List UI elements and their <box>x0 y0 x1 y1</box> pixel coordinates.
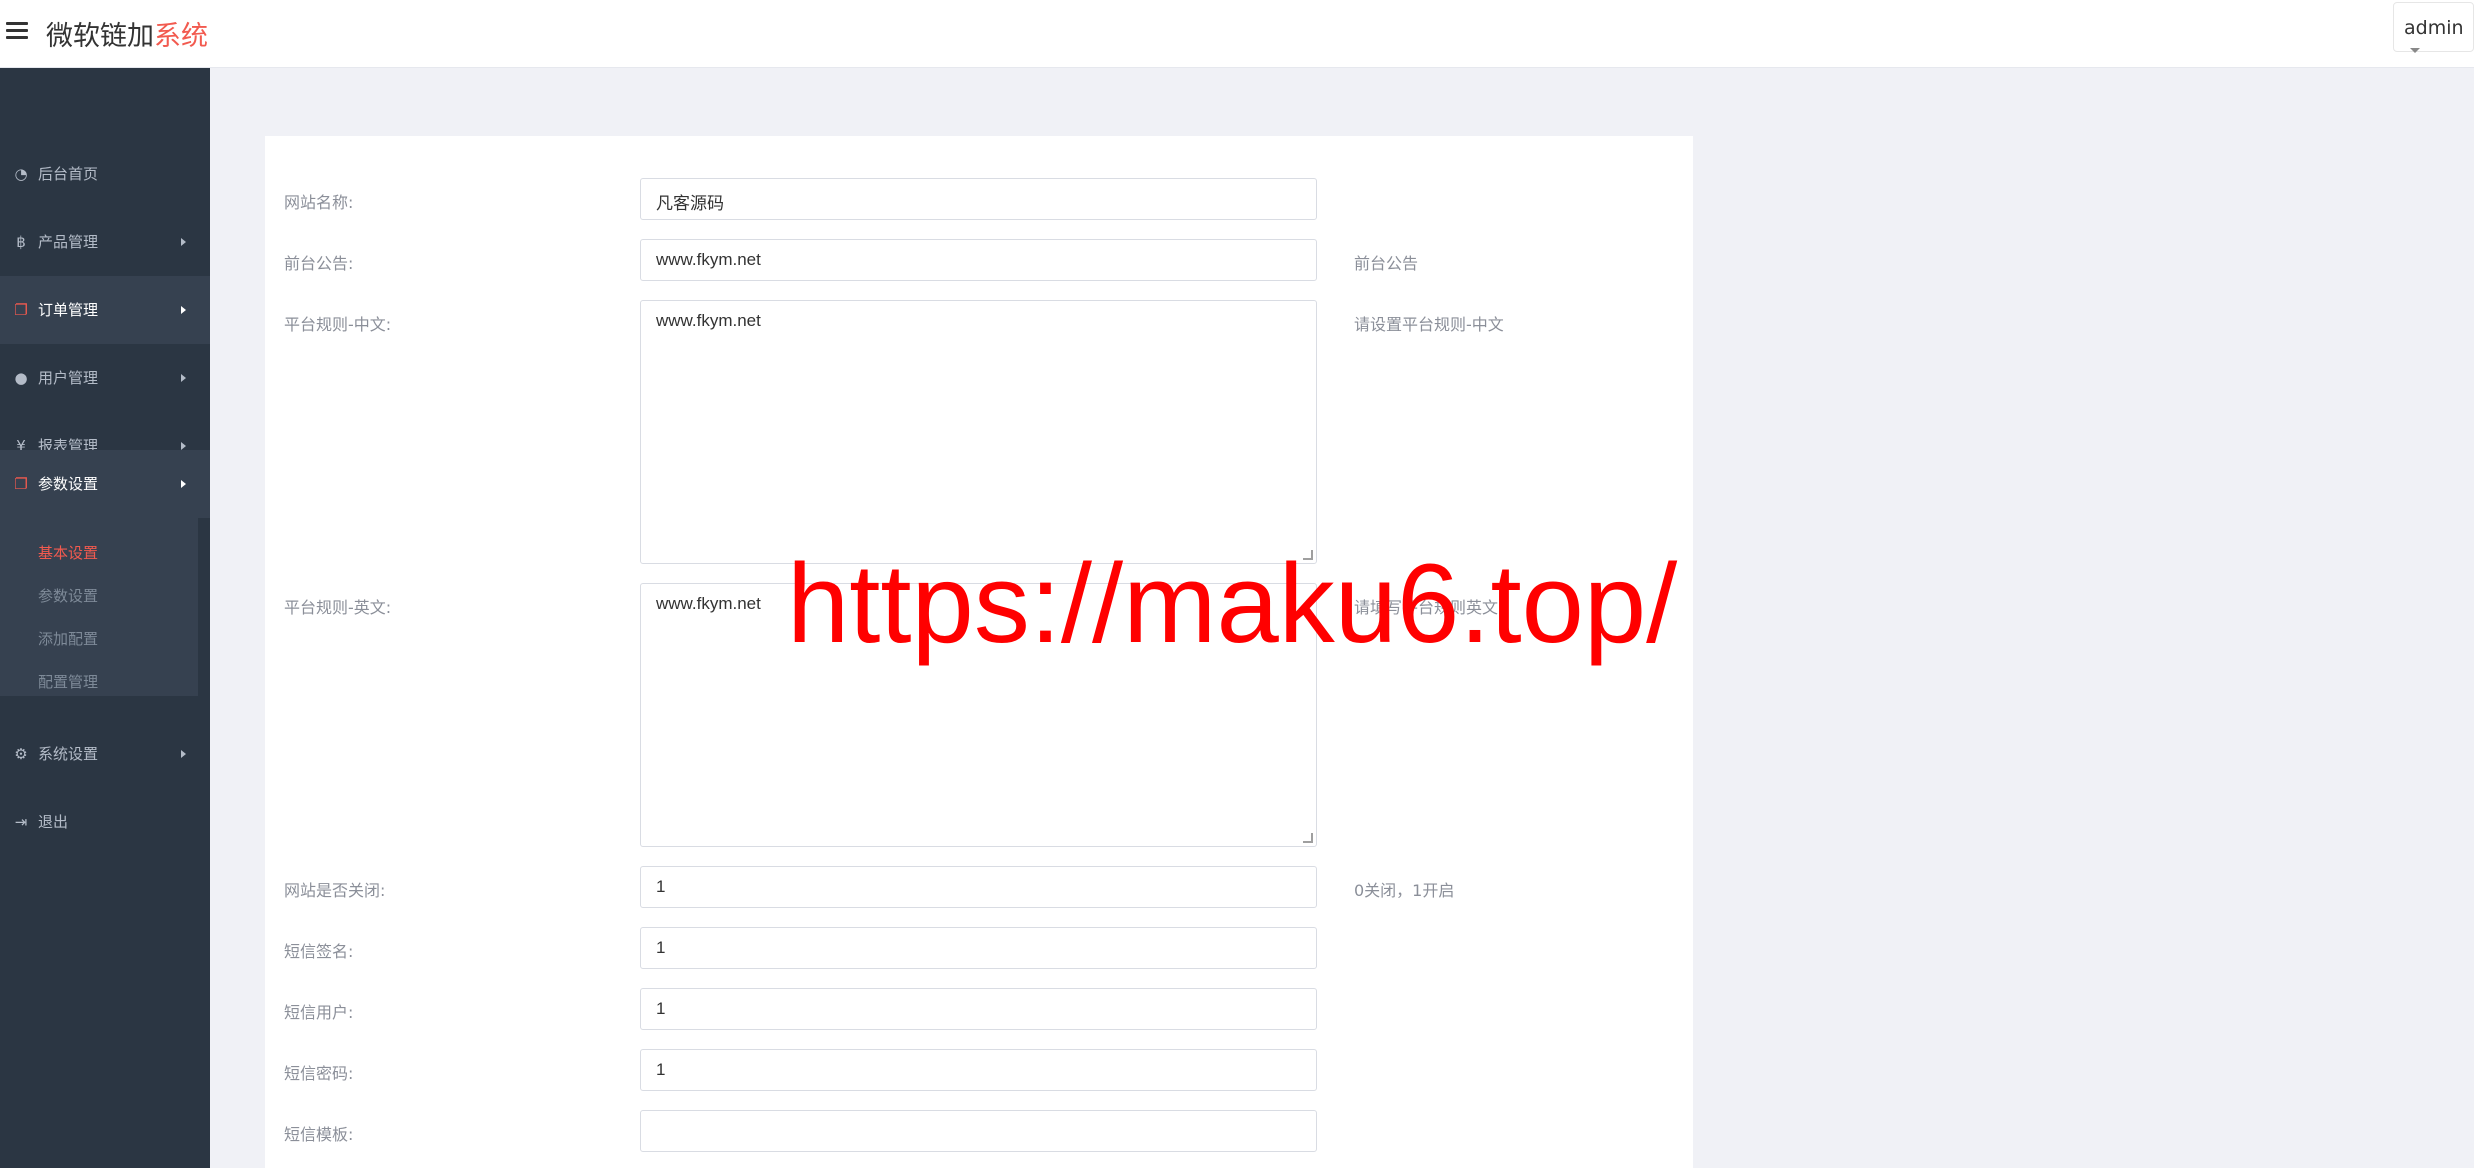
sms-user-label: 短信用户: <box>284 1003 354 1022</box>
brand-accent: 系统 <box>154 21 208 52</box>
dashboard-icon: ◔ <box>14 165 28 183</box>
site-name-input[interactable]: 凡客源码 <box>640 178 1317 220</box>
sidebar-item-users[interactable]: ● 用户管理 <box>0 344 210 412</box>
sidebar-item-products[interactable]: ฿ 产品管理 <box>0 208 210 276</box>
sidebar: ◔ 后台首页 ฿ 产品管理 ❐ 订单管理 ● 用户管理 ¥ 报表管理 ❐ 参数设… <box>0 68 210 1168</box>
submenu-item-params[interactable]: 参数设置 <box>38 585 98 606</box>
chevron-right-icon <box>181 442 186 450</box>
bitcoin-icon: ฿ <box>16 233 26 251</box>
top-bar: 微软链加系统 admin <box>0 0 2474 68</box>
sign-out-icon: ⇥ <box>14 813 28 831</box>
brand-title: 微软链加系统 <box>46 14 208 53</box>
params-submenu: 基本设置 参数设置 添加配置 配置管理 <box>0 518 198 696</box>
sms-sign-input[interactable]: 1 <box>640 927 1317 969</box>
notice-label: 前台公告: <box>284 254 354 273</box>
sidebar-item-label: 系统设置 <box>38 745 99 763</box>
site-closed-input[interactable]: 1 <box>640 866 1317 908</box>
sidebar-item-orders[interactable]: ❐ 订单管理 <box>0 276 210 344</box>
sms-template-label: 短信模板: <box>284 1125 354 1144</box>
resize-handle-icon[interactable] <box>1303 550 1313 560</box>
rules-en-textarea[interactable]: www.fkym.net <box>640 583 1317 847</box>
notice-input[interactable]: www.fkym.net <box>640 239 1317 281</box>
sms-template-input[interactable] <box>640 1110 1317 1152</box>
copy-icon: ❐ <box>14 301 28 319</box>
rules-cn-textarea[interactable]: www.fkym.net <box>640 300 1317 564</box>
rules-cn-label: 平台规则-中文: <box>284 315 392 334</box>
chevron-right-icon <box>181 306 186 314</box>
brand-main: 微软链加 <box>46 21 154 52</box>
sidebar-item-label: 用户管理 <box>38 369 99 387</box>
resize-handle-icon[interactable] <box>1303 833 1313 843</box>
submenu-item-config-manage[interactable]: 配置管理 <box>38 671 98 692</box>
sms-sign-label: 短信签名: <box>284 942 354 961</box>
copy-icon: ❐ <box>14 475 28 493</box>
caret-down-icon <box>2410 48 2420 53</box>
rules-en-label: 平台规则-英文: <box>284 598 392 617</box>
site-name-label: 网站名称: <box>284 193 354 212</box>
settings-form: 网站名称: 凡客源码 前台公告: www.fkym.net 前台公告 平台规则-… <box>265 136 1693 1168</box>
user-icon: ● <box>14 369 28 387</box>
chevron-right-icon <box>181 238 186 246</box>
rules-en-value: www.fkym.net <box>656 594 761 613</box>
user-menu-button[interactable]: admin <box>2393 2 2474 53</box>
chevron-right-icon <box>181 374 186 382</box>
chevron-right-icon <box>181 480 186 488</box>
rules-en-hint: 请填写平台规则英文 <box>1354 598 1499 617</box>
chevron-right-icon <box>181 750 186 758</box>
user-name: admin <box>2404 17 2464 39</box>
rules-cn-hint: 请设置平台规则-中文 <box>1354 315 1504 334</box>
sidebar-item-system[interactable]: ⚙ 系统设置 <box>0 720 210 788</box>
sidebar-item-label: 订单管理 <box>38 301 99 319</box>
site-closed-label: 网站是否关闭: <box>284 881 386 900</box>
sidebar-item-label: 产品管理 <box>38 233 99 251</box>
site-closed-hint: 0关闭，1开启 <box>1354 881 1455 900</box>
submenu-item-add-config[interactable]: 添加配置 <box>38 628 98 649</box>
sms-password-input[interactable]: 1 <box>640 1049 1317 1091</box>
sms-password-label: 短信密码: <box>284 1064 354 1083</box>
sidebar-item-label: 后台首页 <box>38 165 99 183</box>
cogs-icon: ⚙ <box>14 745 28 763</box>
rules-cn-value: www.fkym.net <box>656 311 761 330</box>
notice-hint: 前台公告 <box>1354 254 1419 273</box>
submenu-item-basic[interactable]: 基本设置 <box>38 542 98 563</box>
sidebar-item-label: 参数设置 <box>38 475 99 493</box>
sidebar-item-dashboard[interactable]: ◔ 后台首页 <box>0 140 210 208</box>
menu-toggle-icon[interactable] <box>6 18 28 44</box>
sidebar-item-params[interactable]: ❐ 参数设置 <box>0 450 210 518</box>
sms-user-input[interactable]: 1 <box>640 988 1317 1030</box>
sidebar-item-logout[interactable]: ⇥ 退出 <box>0 788 210 856</box>
sidebar-item-label: 退出 <box>38 813 69 831</box>
